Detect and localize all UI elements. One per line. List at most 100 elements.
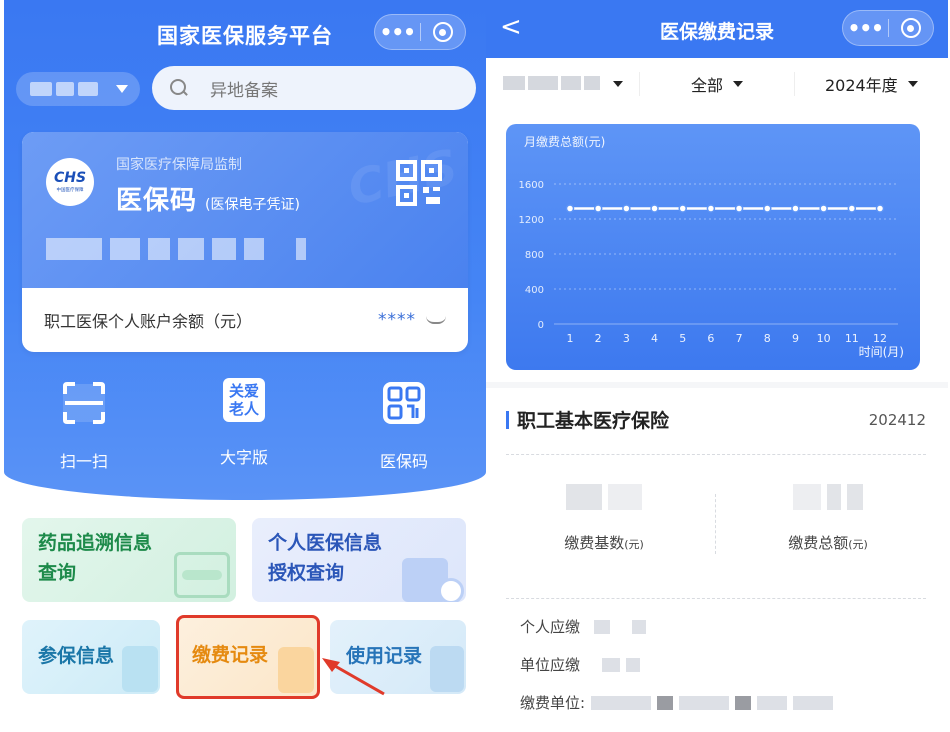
logo-text: CHS [53,170,87,186]
region-selector[interactable] [16,72,140,106]
x-tick-label: 5 [679,332,686,345]
more-icon[interactable]: ••• [375,14,420,50]
monthly-payment-chart: 月缴费总额(元) 0 400 800 1200 1600 1 2 3 4 5 6 7 8 9 10 11 12 时间… [506,124,920,370]
year-filter[interactable]: 2024年度 [795,72,948,96]
unit-due-value-redacted [594,657,641,672]
insurance-detail: 职工基本医疗保险 202412 缴费基数(元) 缴费总额(元) 个人应缴 单位应… [486,388,948,732]
chart-title: 月缴费总额(元) [524,134,605,149]
data-point [706,204,716,213]
drug-trace-tile[interactable]: 药品追溯信息 查询 [22,518,236,602]
elder-care-text-1: 关爱 [228,382,259,400]
x-tick-label: 6 [707,332,714,345]
large-font-button[interactable]: 关爱 老人 大字版 [184,378,304,468]
payment-base-label: 缴费基数(元) [504,532,704,553]
auth-query-tile[interactable]: 个人医保信息 授权查询 [252,518,466,602]
medical-insurance-card[interactable]: CHS CHS 中国医疗保障 国家医疗保障局监制 医保码 (医保电子凭证) 职工医… [22,132,468,352]
medical-code-label: 医保码 [379,452,428,471]
x-tick-label: 8 [764,332,771,345]
card-supervisor: 国家医疗保障局监制 [116,157,242,173]
y-tick-label: 0 [538,320,544,331]
close-mini-program-icon[interactable] [888,18,933,38]
x-tick-label: 1 [567,332,574,345]
stat-divider [715,494,716,554]
elder-care-text-2: 老人 [228,400,259,418]
qr-code-icon [383,382,425,424]
drug-trace-label-1: 药品追溯信息 [38,532,153,554]
unit-due-label: 单位应缴 [520,656,581,674]
data-point [593,204,603,213]
x-tick-label: 9 [792,332,799,345]
x-tick-label: 12 [873,332,887,345]
divider [506,598,926,599]
y-tick-label: 800 [525,250,544,261]
payer-label: 缴费单位: [520,694,586,712]
checkmark-icon [438,578,464,602]
personal-due-label: 个人应缴 [520,618,581,636]
insured-info-tile[interactable]: 参保信息 [22,620,160,694]
personal-due-value-redacted [594,619,647,634]
payment-total-unit: (元) [848,538,868,551]
x-tick-label: 11 [845,332,859,345]
account-balance-row: 职工医保个人账户余额（元） **** [22,288,468,352]
y-tick-label: 400 [525,285,544,296]
person-name-redacted [502,75,603,94]
chevron-down-icon [116,85,128,93]
card-id-redacted [46,238,306,260]
eye-closed-icon[interactable] [426,316,446,324]
data-point [791,204,800,213]
insurance-name: 职工基本医疗保险 [506,406,669,433]
document-decor-icon [122,646,158,692]
payment-records-screen: < 医保缴费记录 ••• 全部 2024年度 月缴费总额(元) 0 400 800 12… [486,0,948,732]
search-input[interactable]: 异地备案 [152,66,476,110]
scan-icon [63,382,105,424]
balance-masked: **** [378,310,416,330]
personal-due-row: 个人应缴 [520,616,647,637]
insured-info-label: 参保信息 [38,645,115,667]
x-tick-label: 4 [651,332,658,345]
data-point [622,204,631,213]
region-name-redacted [30,82,98,96]
data-point [650,204,659,213]
payment-total-stat: 缴费总额(元) [728,484,928,553]
type-filter-label: 全部 [690,76,723,95]
payment-base-stat: 缴费基数(元) [504,484,704,553]
logo-subtext: 中国医疗保障 [56,187,84,193]
large-font-label: 大字版 [219,448,268,467]
y-tick-label: 1200 [519,215,544,226]
data-point [875,204,885,213]
nav-bar: < 医保缴费记录 ••• [486,0,948,58]
x-tick-label: 3 [623,332,630,345]
insurance-header: 职工基本医疗保险 202412 [506,406,926,433]
chart-section: 月缴费总额(元) 0 400 800 1200 1600 1 2 3 4 5 6 7 8 9 10 11 12 时间… [486,110,948,382]
medical-code-button[interactable]: 医保码 [344,378,464,472]
payer-value-redacted [591,695,834,710]
data-point [565,204,575,213]
mini-program-capsule: ••• [842,10,934,46]
payment-record-highlight [176,615,320,699]
close-mini-program-icon[interactable] [420,22,465,42]
auth-query-label-1: 个人医保信息 [268,532,383,554]
person-filter[interactable] [486,75,639,94]
payment-total-label: 缴费总额(元) [728,532,928,553]
chs-logo: CHS 中国医疗保障 [46,158,94,206]
chevron-down-icon [733,81,743,87]
data-point [763,204,772,213]
chevron-down-icon [907,81,918,87]
payment-total-value-redacted [728,484,928,514]
filter-bar: 全部 2024年度 [486,58,948,110]
data-point [847,204,857,213]
qr-code-icon[interactable] [396,160,442,206]
more-icon[interactable]: ••• [843,10,888,46]
search-icon [170,79,188,97]
type-filter[interactable]: 全部 [639,72,795,96]
home-screen: 国家医保服务平台 ••• 异地备案 CHS CHS 中国医疗保障 国家医疗保障局… [4,0,486,732]
payment-base-value-redacted [504,484,704,514]
scan-decor-bar [182,570,222,580]
y-tick-label: 1600 [519,180,544,191]
scan-button[interactable]: 扫一扫 [24,378,144,472]
x-axis-label: 时间(月) [859,345,904,359]
x-tick-label: 7 [736,332,743,345]
payer-row: 缴费单位: [520,692,834,713]
data-point [734,204,744,213]
year-filter-label: 2024年度 [824,76,898,95]
